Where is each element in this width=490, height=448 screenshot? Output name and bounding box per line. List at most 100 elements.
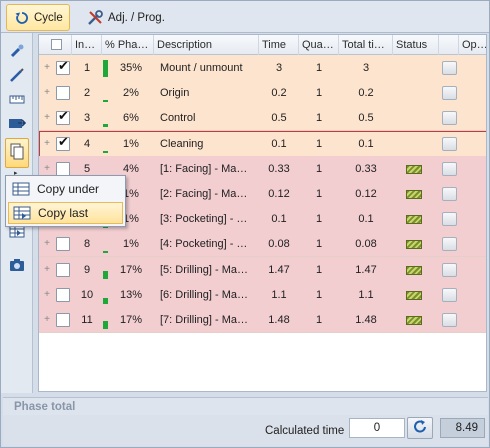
cell-index: 1 (83, 62, 91, 74)
table-row[interactable]: +10 13% [6: Drilling] - Ma… 1.1 1 1.1 (39, 281, 486, 308)
row-option-button[interactable] (442, 237, 457, 252)
row-checkbox[interactable] (56, 262, 70, 277)
tab-adj-prog-label: Adj. / Prog. (108, 11, 165, 24)
cell-phase-pct: 35% (119, 62, 143, 74)
folder-arrow-icon[interactable] (5, 111, 29, 135)
row-checkbox[interactable] (56, 161, 70, 176)
row-option-button[interactable] (442, 61, 457, 75)
col-description[interactable]: Description (154, 35, 259, 55)
tools-icon (87, 9, 103, 26)
cell-description: Control (160, 112, 196, 125)
expand-icon[interactable]: + (41, 131, 53, 157)
row-option-button[interactable] (442, 136, 457, 151)
col-options[interactable]: Op… (459, 35, 486, 55)
header-select-all[interactable] (39, 35, 72, 55)
row-checkbox[interactable] (56, 134, 70, 151)
cell-time: 1.1 (271, 288, 287, 301)
table-row[interactable]: +4 1% Cleaning 0.1 1 0.1 (39, 130, 486, 157)
cell-description: Mount / unmount (160, 62, 243, 74)
col-quantity[interactable]: Qua… (299, 35, 339, 55)
row-checkbox[interactable] (56, 58, 70, 75)
row-option-button[interactable] (442, 86, 457, 101)
grid-header: In… % Pha… Description Time Qua… Total t… (39, 35, 486, 55)
col-time[interactable]: Time (259, 35, 299, 55)
pen-icon[interactable] (5, 63, 29, 87)
row-checkbox[interactable] (56, 313, 70, 327)
footer: Calculated time 0 8.49 (3, 415, 488, 446)
cell-total-time: 0.33 (355, 162, 377, 175)
expand-icon[interactable]: + (41, 282, 53, 308)
row-option-button[interactable] (442, 287, 457, 302)
col-status[interactable]: Status (393, 35, 439, 55)
status-icon (406, 265, 422, 275)
row-option-button[interactable] (442, 212, 457, 227)
cell-index: 4 (83, 137, 91, 150)
refresh-icon (412, 419, 428, 438)
cell-quantity: 1 (315, 137, 323, 150)
table-row[interactable]: +8 1% [4: Pocketing] - … 0.08 1 0.08 (39, 231, 486, 258)
table-row[interactable]: +2 2% Origin 0.2 1 0.2 (39, 80, 486, 107)
camera-icon[interactable] (5, 253, 29, 277)
expand-icon[interactable]: + (41, 231, 53, 257)
ruler-icon[interactable] (5, 87, 29, 111)
col-total-time[interactable]: Total ti… (339, 35, 393, 55)
row-option-button[interactable] (442, 262, 457, 277)
menu-item-copy-under[interactable]: Copy under (8, 178, 123, 200)
cycle-icon (15, 11, 29, 25)
menu-item-copy-last[interactable]: Copy last (8, 202, 123, 224)
expand-icon[interactable]: + (41, 307, 53, 333)
cell-description: Cleaning (160, 137, 204, 150)
cell-phase-pct: 1% (123, 137, 139, 150)
calculated-time-value: 0 (349, 418, 405, 438)
expand-icon[interactable]: + (41, 55, 53, 81)
cell-total-time: 0.08 (355, 238, 377, 251)
cell-index: 9 (83, 263, 91, 276)
expand-icon[interactable]: + (41, 80, 53, 106)
cell-index: 2 (83, 87, 91, 100)
col-blank[interactable] (439, 35, 459, 55)
row-checkbox[interactable] (56, 287, 70, 302)
select-all-checkbox[interactable] (51, 39, 62, 50)
row-checkbox[interactable] (56, 86, 70, 101)
cell-time: 0.5 (271, 112, 287, 125)
refresh-button[interactable] (407, 417, 433, 439)
row-option-button[interactable] (442, 187, 457, 201)
row-option-button[interactable] (442, 313, 457, 327)
row-checkbox[interactable] (56, 237, 70, 252)
expand-icon[interactable]: + (41, 257, 53, 283)
row-checkbox[interactable] (56, 108, 70, 126)
cell-quantity: 1 (315, 87, 323, 100)
cell-description: [1: Facing] - Ma… (160, 162, 248, 175)
cell-time: 0.08 (268, 238, 290, 251)
cell-total-time: 0.12 (355, 188, 377, 200)
cell-total-time: 3 (362, 62, 370, 74)
tab-adj-prog[interactable]: Adj. / Prog. (79, 4, 173, 31)
cell-total-time: 0.2 (358, 87, 374, 100)
copy-icon (10, 143, 24, 163)
cell-description: [3: Pocketing] - … (160, 213, 248, 226)
cell-index: 10 (80, 288, 94, 301)
cell-phase-pct: 17% (119, 314, 143, 326)
col-phase-pct[interactable]: % Pha… (102, 35, 154, 55)
cell-quantity: 1 (315, 188, 323, 200)
cell-index: 11 (81, 314, 93, 326)
status-icon (406, 190, 422, 199)
cell-time: 0.1 (271, 137, 287, 150)
cell-quantity: 1 (315, 238, 323, 251)
row-option-button[interactable] (442, 111, 457, 126)
row-option-button[interactable] (442, 161, 457, 176)
table-row[interactable]: +9 17% [5: Drilling] - Ma… 1.47 1 1.47 (39, 256, 486, 283)
table-row[interactable]: +1 35% Mount / unmount 3 1 3 (39, 55, 486, 81)
cell-index: 8 (83, 238, 91, 251)
table-row[interactable]: +3 6% Control 0.5 1 0.5 (39, 105, 486, 132)
tab-cycle[interactable]: Cycle (6, 4, 70, 31)
copy-button[interactable]: ▸ (5, 138, 29, 177)
copy-under-icon (12, 182, 30, 196)
table-row[interactable]: +11 17% [7: Drilling] - Ma… 1.48 1 1.48 (39, 307, 486, 333)
cell-time: 0.12 (268, 188, 290, 200)
col-index[interactable]: In… (72, 35, 102, 55)
expand-icon[interactable]: + (41, 105, 53, 131)
calculated-time-label: Calculated time (265, 425, 345, 437)
cell-total-time: 1.47 (355, 263, 377, 276)
brush-icon[interactable] (5, 39, 29, 63)
